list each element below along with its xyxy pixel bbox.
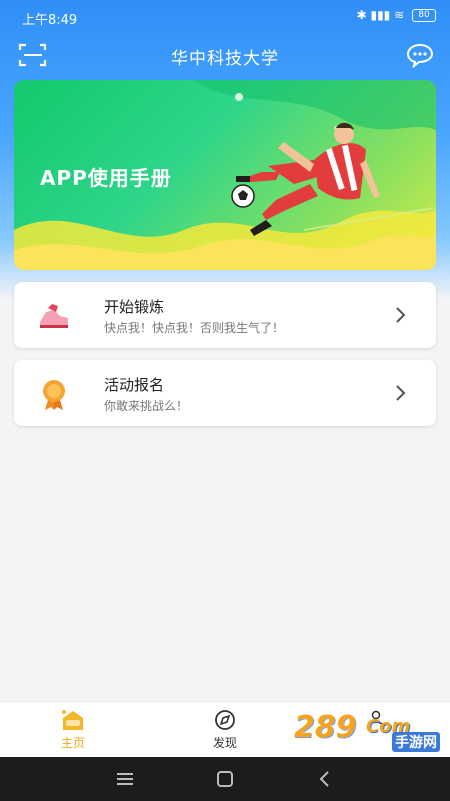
promo-banner[interactable]: APP使用手册 (14, 80, 436, 270)
site-watermark: 289 Com 手游网 (294, 710, 444, 752)
tab-label: 主页 (60, 736, 85, 750)
status-time: 上午8:49 (22, 13, 78, 28)
tab-discover[interactable]: 发现 (190, 708, 260, 751)
card-title: 活动报名 (104, 376, 165, 394)
chat-icon[interactable] (406, 42, 434, 68)
chevron-right-icon[interactable] (394, 304, 408, 326)
page-title: 华中科技大学 (171, 49, 279, 69)
soccer-ball (231, 184, 255, 208)
status-bar: 上午8:49 ✱ ▮▮▮ ≋ 80 (0, 0, 450, 34)
card-subtitle: 快点我！快点我！否则我生气了！ (104, 321, 285, 335)
bluetooth-icon: ✱ (356, 8, 367, 22)
compass-icon (215, 710, 235, 730)
tab-label: 发现 (212, 736, 237, 750)
banner-title: APP使用手册 (40, 166, 172, 190)
tab-home[interactable]: 主页 (38, 708, 108, 751)
back-icon[interactable] (313, 769, 337, 789)
status-icons: ✱ ▮▮▮ ≋ 80 (357, 8, 436, 22)
menu-icon[interactable] (113, 769, 137, 789)
card-event-signup[interactable]: 活动报名 你敢来挑战么！ (14, 360, 436, 426)
card-start-exercise[interactable]: 开始锻炼 快点我！快点我！否则我生气了！ (14, 282, 436, 348)
card-subtitle: 你敢来挑战么！ (104, 399, 189, 413)
chevron-right-icon[interactable] (394, 382, 408, 404)
system-navigation-bar (0, 757, 450, 801)
signal-icon: ▮▮▮ (370, 8, 391, 22)
battery-icon: 80 (412, 9, 436, 22)
home-button-icon[interactable] (213, 769, 237, 789)
medal-icon (43, 380, 65, 410)
top-navigation: 华中科技大学 (0, 34, 450, 76)
wifi-icon: ≋ (394, 8, 405, 22)
sneaker-icon (40, 304, 68, 328)
watermark-tagline: 手游网 (392, 732, 440, 752)
watermark-brand: 289 (294, 710, 357, 745)
card-title: 开始锻炼 (104, 298, 165, 316)
home-icon (62, 710, 83, 730)
